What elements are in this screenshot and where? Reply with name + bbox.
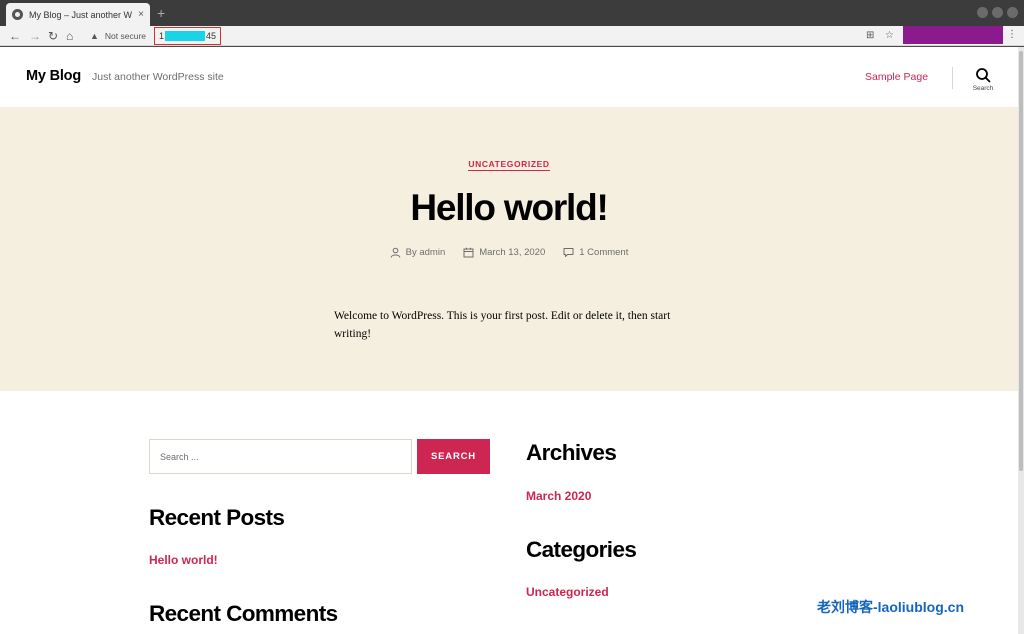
- calendar-icon: [463, 247, 474, 258]
- categories-title: Categories: [526, 537, 637, 562]
- menu-icon[interactable]: ⋮: [1007, 29, 1017, 40]
- post-category: UNCATEGORIZED: [0, 154, 1018, 172]
- forward-icon[interactable]: →: [29, 28, 41, 44]
- comment-icon: [563, 248, 574, 257]
- security-status: Not secure: [104, 31, 147, 41]
- new-tab-button[interactable]: +: [157, 5, 165, 21]
- recent-comments-title: Recent Comments: [149, 601, 338, 626]
- search-toggle-label: Search: [972, 85, 994, 92]
- url-redaction: [165, 30, 206, 41]
- comments-link[interactable]: 1 Comment: [579, 247, 628, 258]
- post-meta: By admin March 13, 2020 1 Comment: [0, 247, 1018, 258]
- site-description: Just another WordPress site: [92, 71, 224, 83]
- warning-icon: ▲: [90, 31, 99, 41]
- url-field[interactable]: 1 45: [154, 26, 222, 45]
- scrollbar-thumb[interactable]: [1019, 51, 1023, 471]
- post-content: Welcome to WordPress. This is your first…: [334, 310, 671, 340]
- date-link[interactable]: March 13, 2020: [479, 247, 545, 258]
- post-title: Hello world!: [410, 187, 609, 228]
- recent-posts-title: Recent Posts: [149, 505, 285, 530]
- back-icon[interactable]: ←: [9, 28, 21, 44]
- post-author: By admin: [390, 247, 446, 258]
- site-header: My Blog Just another WordPress site Samp…: [0, 47, 1018, 107]
- maximize-button[interactable]: [992, 7, 1003, 18]
- header-divider: [952, 67, 953, 89]
- browser-tab-strip: My Blog – Just another W × +: [0, 0, 1024, 26]
- search-button[interactable]: SEARCH: [417, 439, 490, 474]
- category-link[interactable]: UNCATEGORIZED: [468, 159, 550, 171]
- extension-redaction: [903, 26, 1003, 44]
- search-toggle-button[interactable]: Search: [966, 67, 1000, 92]
- post-date: March 13, 2020: [463, 247, 545, 258]
- archive-link[interactable]: March 2020: [526, 489, 591, 503]
- minimize-button[interactable]: [977, 7, 988, 18]
- category-widget-link[interactable]: Uncategorized: [526, 585, 609, 599]
- reload-icon[interactable]: ↻: [48, 28, 58, 44]
- watermark-text: 老刘博客-laoliublog.cn: [817, 599, 964, 615]
- search-input[interactable]: Search ...: [149, 439, 412, 474]
- author-link[interactable]: By admin: [406, 247, 446, 258]
- site-title[interactable]: My Blog: [26, 68, 81, 84]
- nav-sample-page[interactable]: Sample Page: [865, 71, 928, 83]
- tab-title: My Blog – Just another W: [29, 9, 133, 20]
- browser-toolbar: ← → ↻ ⌂ ▲ Not secure 1 45 ⊞ ☆: [0, 26, 1024, 46]
- url-suffix: 45: [206, 30, 217, 41]
- home-icon[interactable]: ⌂: [66, 28, 73, 44]
- archives-title: Archives: [526, 440, 617, 465]
- url-prefix: 1: [159, 30, 165, 41]
- user-icon: [390, 247, 400, 258]
- wordpress-favicon-icon: [12, 9, 23, 20]
- recent-post-link[interactable]: Hello world!: [149, 553, 218, 567]
- search-icon: [976, 68, 991, 83]
- post-hero: UNCATEGORIZED Hello world! By admin Marc…: [0, 107, 1018, 391]
- window-controls: [977, 7, 1018, 18]
- post-comments: 1 Comment: [563, 247, 628, 258]
- browser-tab[interactable]: My Blog – Just another W ×: [6, 3, 150, 26]
- close-window-button[interactable]: [1007, 7, 1018, 18]
- star-icon[interactable]: ☆: [885, 28, 894, 44]
- page-scrollbar[interactable]: [1018, 47, 1024, 634]
- translate-icon[interactable]: ⊞: [866, 28, 874, 44]
- widget-search-form: Search ... SEARCH: [149, 439, 490, 474]
- tab-close-button[interactable]: ×: [138, 9, 144, 20]
- address-bar[interactable]: ▲ Not secure 1 45: [86, 26, 862, 45]
- web-page: My Blog Just another WordPress site Samp…: [0, 47, 1018, 634]
